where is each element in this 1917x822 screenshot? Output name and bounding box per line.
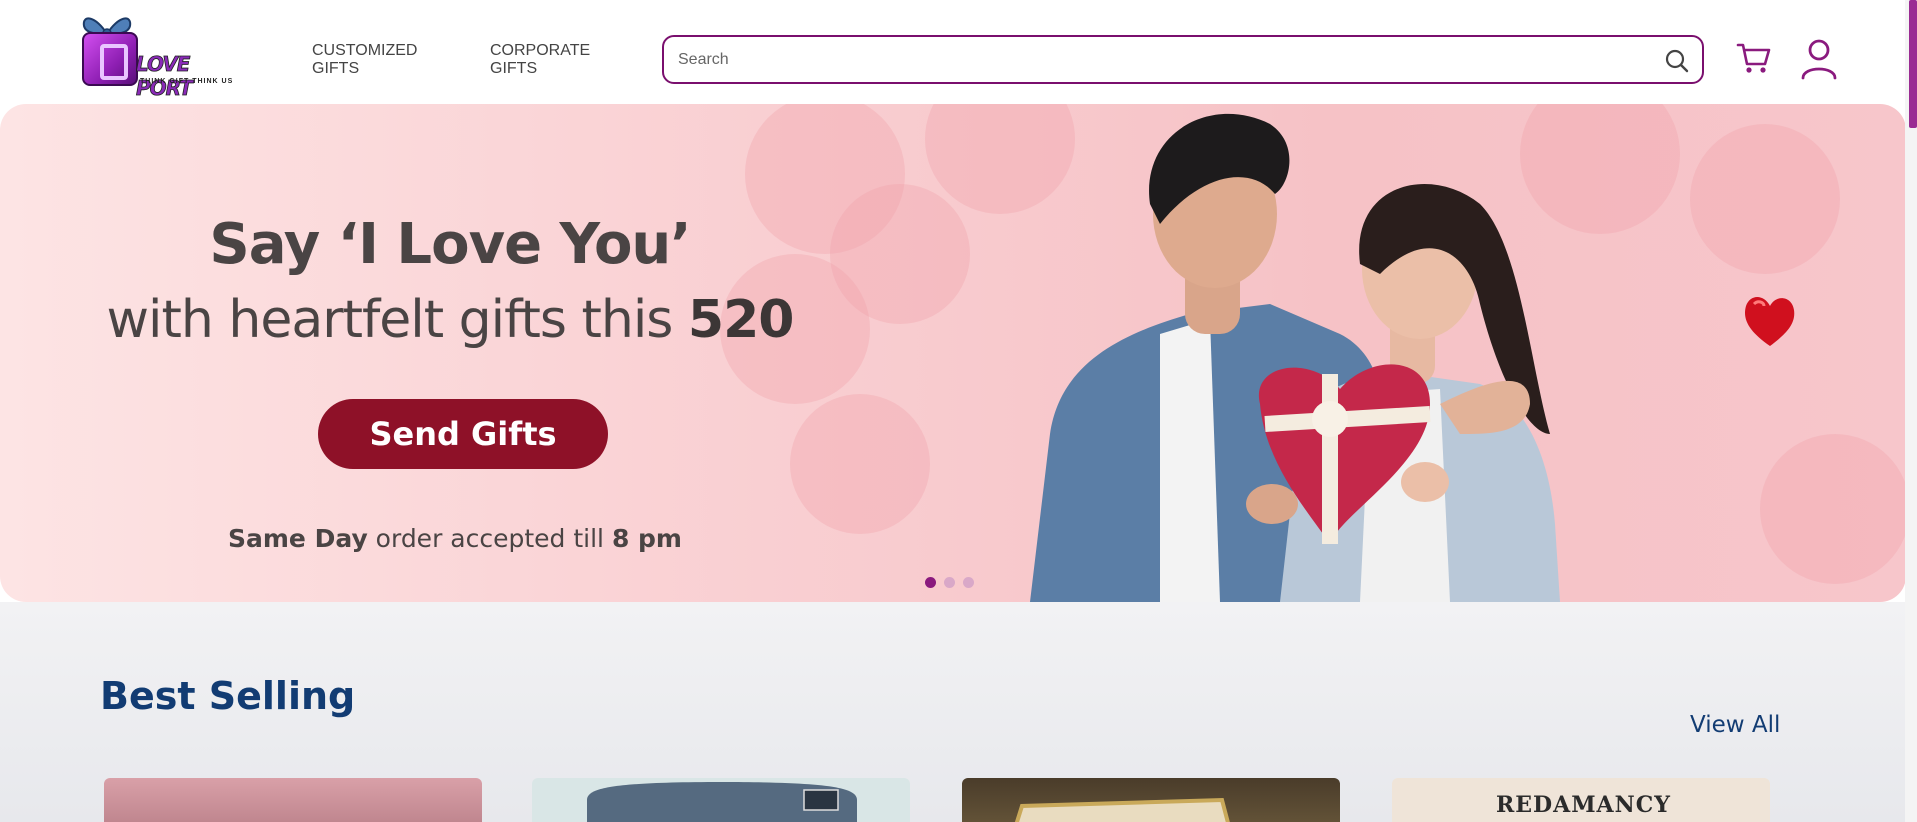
carousel-dot-2[interactable] — [944, 577, 955, 588]
hero-subheadline: with heartfelt gifts this 520 — [0, 290, 900, 350]
hero-headline: Say ‘I Love You’ — [209, 212, 691, 277]
hero-subheadline-number: 520 — [687, 290, 795, 350]
best-selling-section: Best Selling View All REDAMANCY — [0, 602, 1905, 822]
product-image — [1014, 797, 1230, 822]
send-gifts-button[interactable]: Send Gifts — [318, 399, 608, 469]
search-input[interactable] — [678, 47, 1638, 73]
hero-subheadline-text: with heartfelt gifts this — [106, 290, 688, 350]
site-header: LOVE PORT THINK GIFT THINK US CUSTOMIZED… — [0, 0, 1905, 104]
page-scrollbar[interactable] — [1905, 0, 1917, 822]
nav-customized-gifts[interactable]: CUSTOMIZED GIFTS — [312, 42, 442, 78]
bokeh-decoration — [1760, 434, 1906, 584]
brand-logo[interactable]: LOVE PORT THINK GIFT THINK US — [72, 10, 244, 101]
hero-banner[interactable]: Say ‘I Love You’ with heartfelt gifts th… — [0, 104, 1906, 602]
logo-gift-box — [82, 32, 138, 86]
view-all-link[interactable]: View All — [1690, 712, 1780, 738]
scrollbar-thumb[interactable] — [1909, 0, 1917, 128]
user-icon[interactable] — [1800, 38, 1838, 80]
heart-decoration-icon — [1745, 297, 1795, 346]
same-day-notice: Same Day order accepted till 8 pm — [0, 524, 910, 553]
cutoff-time: 8 pm — [611, 524, 682, 553]
product-image — [587, 782, 857, 822]
same-day-label: Same Day — [228, 524, 368, 553]
same-day-text: order accepted till — [367, 524, 612, 553]
product-card[interactable] — [532, 778, 910, 822]
product-card[interactable] — [104, 778, 482, 822]
search-bar[interactable] — [662, 35, 1704, 84]
couple-with-heart-gift-image — [1030, 113, 1560, 602]
carousel-dot-3[interactable] — [963, 577, 974, 588]
nav-corporate-gifts[interactable]: CORPORATE GIFTS — [490, 42, 620, 78]
product-card[interactable] — [962, 778, 1340, 822]
product-card-label: REDAMANCY — [1496, 792, 1671, 818]
logo-tagline: THINK GIFT THINK US — [140, 78, 234, 85]
search-icon[interactable] — [1664, 48, 1690, 74]
cart-icon[interactable] — [1736, 40, 1772, 76]
carousel-dot-1[interactable] — [925, 577, 936, 588]
carousel-dots — [925, 577, 974, 588]
logo-wordmark: LOVE PORT — [136, 52, 194, 101]
product-card[interactable]: REDAMANCY — [1392, 778, 1770, 822]
bokeh-decoration — [790, 394, 930, 534]
section-title: Best Selling — [100, 674, 356, 718]
